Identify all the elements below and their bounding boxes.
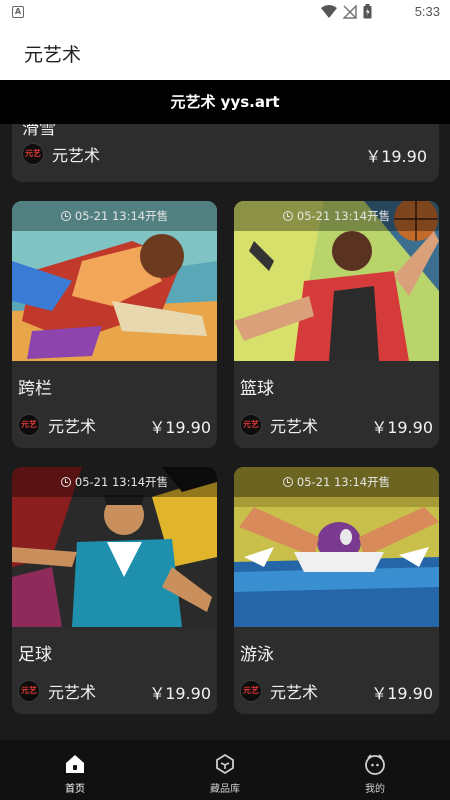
brand-row: 元艺 元艺术 <box>18 413 96 437</box>
nav-home-label: 首页 <box>65 784 85 795</box>
artwork-card[interactable]: 05-21 13:14开售 游泳 元艺 元艺术 ￥19.90 <box>234 467 439 714</box>
artwork-image-swimming: 05-21 13:14开售 <box>234 467 439 627</box>
sale-time-banner: 05-21 13:14开售 <box>12 201 217 231</box>
artwork-card[interactable]: 05-21 13:14开售 跨栏 元艺 元艺术 ￥19.90 <box>12 201 217 448</box>
artwork-image-basketball: 05-21 13:14开售 <box>234 201 439 361</box>
clock-icon <box>282 211 293 221</box>
app-bar: 元艺术 <box>0 24 450 80</box>
card-price: ￥19.90 <box>149 684 211 703</box>
artwork-image-football: 05-21 13:14开售 <box>12 467 217 627</box>
sale-time-banner: 05-21 13:14开售 <box>12 467 217 497</box>
brand-row: 元艺 元艺术 <box>22 142 100 166</box>
clock-icon <box>282 477 293 487</box>
brand-name: 元艺术 <box>48 683 97 702</box>
sale-time-banner: 05-21 13:14开售 <box>234 467 439 497</box>
brand-logo: 元艺 <box>18 680 40 702</box>
card-price: ￥19.90 <box>371 684 433 703</box>
brand-row: 元艺 元艺术 <box>240 679 318 703</box>
brand-name: 元艺术 <box>48 417 97 436</box>
notification-icon: A <box>12 6 24 18</box>
card-title: 游泳 <box>240 645 274 665</box>
no-signal-icon <box>343 4 357 19</box>
nav-collection-label: 藏品库 <box>210 784 240 795</box>
bottom-nav: 首页 藏品库 我的 <box>0 740 450 800</box>
card-title: 滑雪 <box>22 124 56 139</box>
brand-row: 元艺 元艺术 <box>18 679 96 703</box>
artwork-image-hurdles: 05-21 13:14开售 <box>12 201 217 361</box>
status-time: 5:33 <box>414 4 440 19</box>
home-icon <box>66 755 84 773</box>
nav-collection[interactable]: 藏品库 <box>150 740 300 800</box>
collection-icon <box>216 753 234 775</box>
card-title: 跨栏 <box>18 379 52 399</box>
brand-logo: 元艺 <box>18 414 40 436</box>
brand-row: 元艺 元艺术 <box>240 413 318 437</box>
page-header: 元艺术 yys.art <box>0 80 450 124</box>
card-price: ￥19.90 <box>365 147 427 166</box>
nav-home[interactable]: 首页 <box>0 740 150 800</box>
sale-time-banner: 05-21 13:14开售 <box>234 201 439 231</box>
card-price: ￥19.90 <box>149 418 211 437</box>
brand-name: 元艺术 <box>52 146 101 165</box>
card-price: ￥19.90 <box>371 418 433 437</box>
clock-icon <box>60 211 71 221</box>
clock-icon <box>60 477 71 487</box>
card-title: 足球 <box>18 645 52 665</box>
wifi-icon <box>321 4 337 18</box>
artwork-list[interactable]: 滑雪 元艺 元艺术 ￥19.90 05-21 13:14开售 跨栏 元艺 元艺术… <box>0 124 450 740</box>
status-bar: A 5:33 <box>0 0 450 24</box>
app-title: 元艺术 <box>24 44 82 66</box>
artwork-card[interactable]: 05-21 13:14开售 足球 元艺 元艺术 ￥19.90 <box>12 467 217 714</box>
brand-name: 元艺术 <box>270 417 319 436</box>
artwork-card[interactable]: 05-21 13:14开售 篮球 元艺 元艺术 ￥19.90 <box>234 201 439 448</box>
nav-profile-label: 我的 <box>365 784 385 795</box>
nav-profile[interactable]: 我的 <box>300 740 450 800</box>
site-title: 元艺术 yys.art <box>170 93 280 111</box>
brand-name: 元艺术 <box>270 683 319 702</box>
brand-logo: 元艺 <box>240 414 262 436</box>
card-title: 篮球 <box>240 379 274 399</box>
artwork-card-partial[interactable]: 滑雪 元艺 元艺术 ￥19.90 <box>12 124 439 182</box>
battery-icon <box>363 4 372 19</box>
brand-logo: 元艺 <box>240 680 262 702</box>
brand-logo: 元艺 <box>22 143 44 165</box>
profile-icon <box>365 754 385 775</box>
